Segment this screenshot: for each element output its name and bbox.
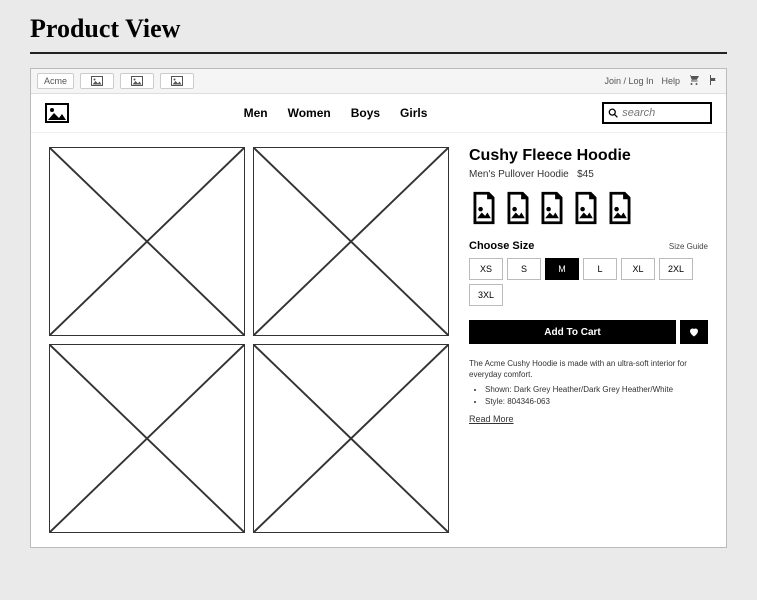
read-more-link[interactable]: Read More — [469, 414, 514, 424]
browser-tab-acme[interactable]: Acme — [37, 73, 74, 89]
image-icon — [171, 76, 183, 86]
size-guide-link[interactable]: Size Guide — [669, 242, 708, 251]
size-xs[interactable]: XS — [469, 258, 503, 280]
color-swatches — [469, 190, 708, 226]
site-header: Men Women Boys Girls — [31, 94, 726, 133]
favorite-button[interactable] — [680, 320, 708, 344]
size-2xl[interactable]: 2XL — [659, 258, 693, 280]
join-login-link[interactable]: Join / Log In — [604, 76, 653, 86]
image-icon — [91, 76, 103, 86]
product-content: Cushy Fleece Hoodie Men's Pullover Hoodi… — [31, 133, 726, 547]
browser-tab-3[interactable] — [120, 73, 154, 89]
flag-icon[interactable] — [708, 74, 720, 88]
product-details: Cushy Fleece Hoodie Men's Pullover Hoodi… — [469, 147, 708, 533]
browser-tabbar: Acme Join / Log In Help — [31, 69, 726, 94]
size-m[interactable]: M — [545, 258, 579, 280]
nav-girls[interactable]: Girls — [400, 106, 427, 120]
nav-men[interactable]: Men — [244, 106, 268, 120]
swatch-5[interactable] — [605, 190, 635, 226]
swatch-4[interactable] — [571, 190, 601, 226]
size-l[interactable]: L — [583, 258, 617, 280]
browser-tab-2[interactable] — [80, 73, 114, 89]
page-title: Product View — [0, 0, 757, 52]
size-xl[interactable]: XL — [621, 258, 655, 280]
cart-row: Add To Cart — [469, 320, 708, 344]
cart-icon[interactable] — [688, 74, 700, 88]
gallery-image-1[interactable] — [49, 147, 245, 336]
choose-size-label: Choose Size — [469, 240, 534, 252]
main-nav: Men Women Boys Girls — [79, 106, 592, 120]
description-text: The Acme Cushy Hoodie is made with an ul… — [469, 358, 708, 380]
title-rule — [30, 52, 727, 54]
swatch-3[interactable] — [537, 190, 567, 226]
image-icon — [131, 76, 143, 86]
desc-bullet-1: Shown: Dark Grey Heather/Dark Grey Heath… — [485, 384, 708, 395]
wireframe-viewport: Acme Join / Log In Help Men Wome — [30, 68, 727, 548]
product-price: $45 — [577, 169, 594, 180]
help-link[interactable]: Help — [661, 76, 680, 86]
size-s[interactable]: S — [507, 258, 541, 280]
size-options: XSSMLXL2XL 3XL — [469, 258, 708, 306]
swatch-2[interactable] — [503, 190, 533, 226]
browser-tab-4[interactable] — [160, 73, 194, 89]
product-title: Cushy Fleece Hoodie — [469, 147, 708, 165]
brand-logo[interactable] — [45, 103, 69, 123]
image-icon — [45, 103, 69, 123]
product-description: The Acme Cushy Hoodie is made with an ul… — [469, 358, 708, 425]
nav-boys[interactable]: Boys — [351, 106, 380, 120]
product-subtitle: Men's Pullover Hoodie $45 — [469, 169, 708, 180]
heart-icon — [688, 326, 700, 338]
desc-bullet-2: Style: 804346-063 — [485, 396, 708, 407]
search-icon — [608, 107, 618, 119]
gallery-image-4[interactable] — [253, 344, 449, 533]
product-gallery — [49, 147, 449, 533]
nav-women[interactable]: Women — [288, 106, 331, 120]
size-3xl[interactable]: 3XL — [469, 284, 503, 306]
swatch-1[interactable] — [469, 190, 499, 226]
gallery-image-2[interactable] — [253, 147, 449, 336]
top-links: Join / Log In Help — [604, 74, 720, 88]
product-category: Men's Pullover Hoodie — [469, 169, 569, 180]
size-heading-row: Choose Size Size Guide — [469, 240, 708, 252]
gallery-image-3[interactable] — [49, 344, 245, 533]
add-to-cart-button[interactable]: Add To Cart — [469, 320, 676, 344]
search-input[interactable] — [622, 107, 706, 119]
search-box[interactable] — [602, 102, 712, 124]
